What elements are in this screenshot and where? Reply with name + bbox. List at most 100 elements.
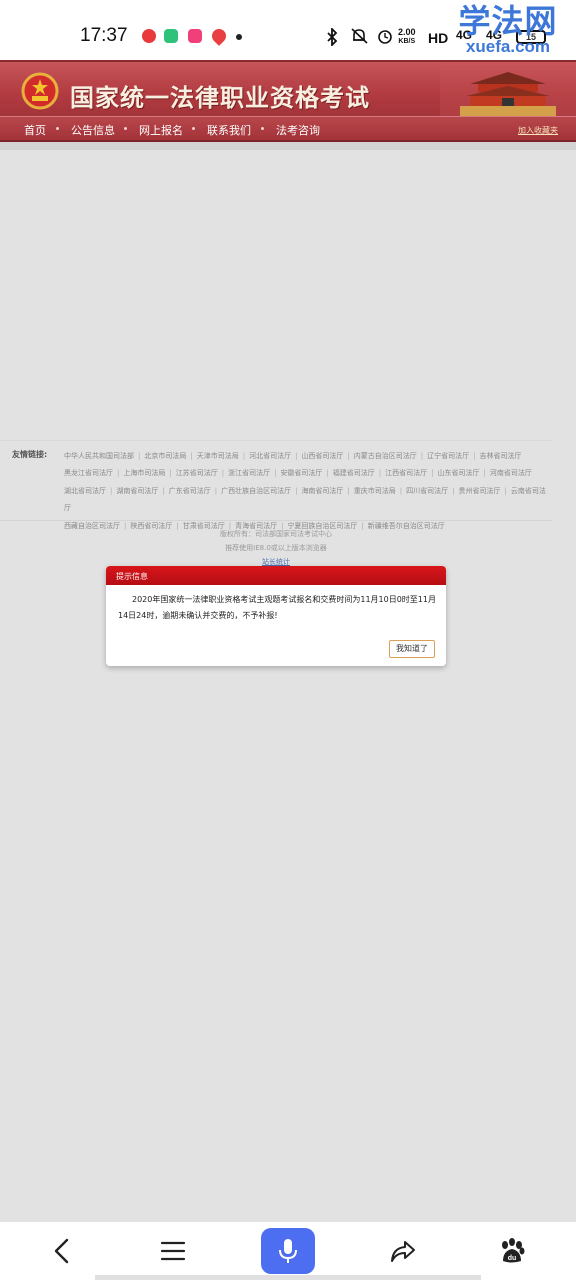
back-icon[interactable] xyxy=(48,1236,78,1266)
copyright-text: 版权所有：司法部国家司法考试中心 xyxy=(220,530,332,538)
alarm-icon xyxy=(378,30,392,44)
nav-separator xyxy=(56,127,59,130)
link-separator: | xyxy=(431,469,434,478)
nav-announcements[interactable]: 公告信息 xyxy=(71,122,115,138)
notice-dialog: 提示信息 2020年国家统一法律职业资格考试主观题考试报名和交费时间为11月10… xyxy=(106,566,446,666)
link-separator: | xyxy=(110,486,113,495)
link-separator: | xyxy=(138,452,141,460)
link-separator: | xyxy=(378,469,382,478)
home-indicator xyxy=(95,1275,481,1280)
link-separator: | xyxy=(214,486,218,495)
site-title: 国家统一法律职业资格考试 xyxy=(70,84,370,112)
friendly-link[interactable]: 中华人民共和国司法部 xyxy=(64,452,134,460)
friendly-link[interactable]: 广东省司法厅 xyxy=(169,487,211,495)
friendly-link[interactable]: 山西省司法厅 xyxy=(301,452,343,460)
link-separator: | xyxy=(295,486,298,495)
friendly-link[interactable]: 山东省司法厅 xyxy=(438,469,480,477)
friendly-link[interactable]: 安徽省司法厅 xyxy=(280,469,322,477)
friendly-link[interactable]: 河南省司法厅 xyxy=(490,469,532,477)
friendly-link[interactable]: 天津市司法局 xyxy=(197,452,239,460)
friendly-links-title: 友情链接: xyxy=(12,450,48,459)
friendly-link[interactable]: 吉林省司法厅 xyxy=(480,452,522,460)
net-speed-unit: KB/S xyxy=(398,38,416,45)
bluetooth-icon xyxy=(327,28,338,46)
watermark-main: 学法网 xyxy=(458,2,558,40)
friendly-link[interactable]: 北京市司法局 xyxy=(144,452,186,460)
browser-recommendation: 推荐使用IE8.0或以上版本浏览器 xyxy=(225,544,327,552)
link-separator: | xyxy=(190,452,193,460)
link-separator: | xyxy=(274,469,277,478)
svg-text:du: du xyxy=(508,1255,517,1262)
link-separator: | xyxy=(242,452,246,460)
netease-music-icon xyxy=(142,29,156,43)
voice-search-button[interactable] xyxy=(261,1228,315,1274)
friendly-link[interactable]: 湖北省司法厅 xyxy=(64,487,106,495)
site-banner: 国家统一法律职业资格考试 xyxy=(0,60,576,116)
nav-contact-us[interactable]: 联系我们 xyxy=(207,122,251,138)
hd-label: HD xyxy=(428,30,449,46)
nav-separator xyxy=(261,127,264,130)
notification-dot xyxy=(236,34,242,40)
friendly-link[interactable]: 河北省司法厅 xyxy=(249,452,291,460)
friendly-link[interactable]: 四川省司法厅 xyxy=(406,487,448,495)
watermark-sub: xuefa.com xyxy=(465,37,551,56)
link-separator: | xyxy=(420,452,424,460)
national-emblem-icon xyxy=(21,72,59,110)
friendly-link[interactable]: 辽宁省司法厅 xyxy=(427,452,469,460)
friendly-link[interactable]: 湖南省司法厅 xyxy=(116,487,158,495)
friendly-link[interactable]: 重庆市司法局 xyxy=(354,487,396,495)
acknowledge-button[interactable]: 我知道了 xyxy=(389,640,435,658)
mute-icon xyxy=(351,28,368,44)
friendly-link[interactable]: 贵州省司法厅 xyxy=(459,487,501,495)
friendly-link[interactable]: 江西省司法厅 xyxy=(385,469,427,477)
nav-exam-consultation[interactable]: 法考咨询 xyxy=(276,122,320,138)
stats-link[interactable]: 站长统计 xyxy=(262,558,290,566)
net-speed-value: 2.00 xyxy=(398,27,416,37)
nav-home[interactable]: 首页 xyxy=(24,122,46,138)
friendly-link[interactable]: 黑龙江省司法厅 xyxy=(64,469,113,477)
friendly-link[interactable]: 浙江省司法厅 xyxy=(228,469,270,477)
dialog-header: 提示信息 xyxy=(106,566,446,585)
app-green-icon xyxy=(164,29,178,43)
nav-online-registration[interactable]: 网上报名 xyxy=(139,122,183,138)
add-favorite-link[interactable]: 加入收藏夹 xyxy=(518,125,558,136)
friendly-link[interactable]: 海南省司法厅 xyxy=(301,487,343,495)
link-separator: | xyxy=(347,452,350,460)
video-app-icon xyxy=(188,29,202,43)
dialog-title: 提示信息 xyxy=(116,572,148,581)
friendly-link[interactable]: 上海市司法局 xyxy=(123,469,165,477)
tiananmen-image xyxy=(440,62,576,116)
link-separator: | xyxy=(473,452,476,460)
header-divider xyxy=(0,142,576,150)
microphone-icon xyxy=(279,1239,297,1263)
nav-separator xyxy=(192,127,195,130)
main-nav: 首页 公告信息 网上报名 联系我们 法考咨询 加入收藏夹 xyxy=(0,116,576,142)
link-separator: | xyxy=(295,452,298,460)
friendly-link[interactable]: 广西壮族自治区司法厅 xyxy=(221,487,291,495)
friendly-link[interactable]: 福建省司法厅 xyxy=(333,469,375,477)
dialog-message: 2020年国家统一法律职业资格考试主观题考试报名和交费时间为11月10日0时至1… xyxy=(118,595,436,620)
location-app-icon xyxy=(209,26,229,46)
status-time: 17:37 xyxy=(80,25,128,46)
link-separator: | xyxy=(117,469,120,478)
share-icon[interactable] xyxy=(388,1236,418,1266)
link-separator: | xyxy=(504,486,507,495)
baidu-icon[interactable]: du xyxy=(497,1236,527,1266)
link-separator: | xyxy=(221,469,225,478)
friendly-link[interactable]: 江苏省司法厅 xyxy=(176,469,218,477)
link-separator: | xyxy=(347,486,350,495)
watermark: 学法网 xuefa.com xyxy=(448,4,568,56)
link-separator: | xyxy=(169,469,172,478)
friendly-link[interactable]: 内蒙古自治区司法厅 xyxy=(354,452,417,460)
copyright-section: 版权所有：司法部国家司法考试中心 推荐使用IE8.0或以上版本浏览器 站长统计 xyxy=(0,520,552,572)
link-separator: | xyxy=(483,469,486,478)
link-separator: | xyxy=(452,486,455,495)
net-speed: 2.00 KB/S xyxy=(398,27,416,47)
browser-bottom-bar: du xyxy=(0,1222,576,1280)
link-separator: | xyxy=(399,486,403,495)
menu-icon[interactable] xyxy=(158,1236,188,1266)
link-separator: | xyxy=(162,486,165,495)
friendly-links-section: 友情链接: 中华人民共和国司法部 | 北京市司法局 | 天津市司法局 | 河北省司法厅 | 山西… xyxy=(0,440,552,530)
nav-separator xyxy=(124,127,127,130)
link-separator: | xyxy=(326,469,329,478)
